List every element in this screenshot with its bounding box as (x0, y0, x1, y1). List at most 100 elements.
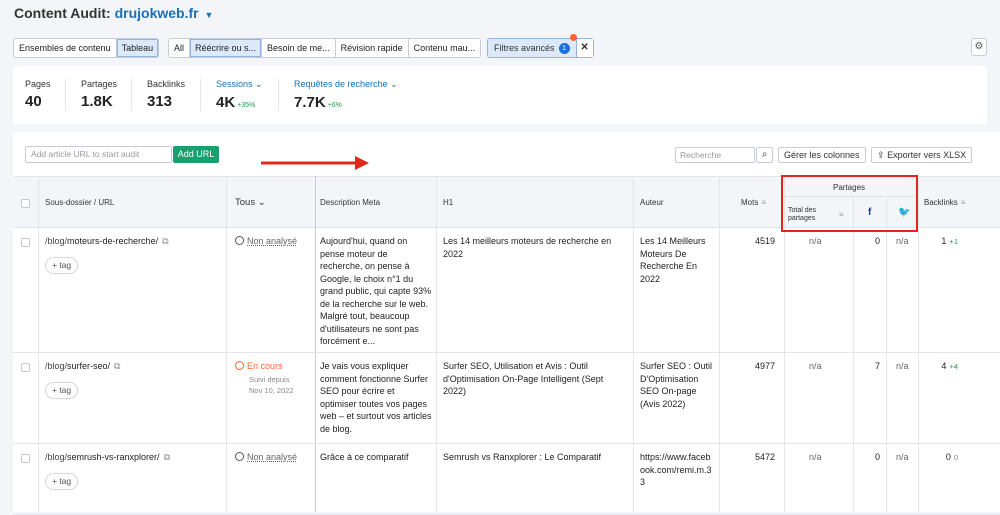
advanced-filters-count: 1 (558, 42, 570, 54)
row-facebook: 0 (874, 236, 880, 246)
col-backlinks[interactable]: Backlinks ≡ (924, 198, 965, 207)
action-filter-group: All Réécrire ou s... Besoin de me... Rév… (168, 38, 482, 58)
row-h1: Semrush vs Ranxplorer : Le Comparatif (443, 452, 602, 462)
row-author: Surfer SEO : Outil D'Optimisation SEO On… (640, 361, 713, 409)
filter-rewrite[interactable]: Réécrire ou s... (190, 39, 263, 57)
stat-value: 40 (25, 93, 42, 110)
clock-icon (235, 361, 244, 370)
stat-value: 1.8K (81, 93, 113, 110)
status-label: Non analysé (247, 452, 298, 462)
stat-delta: +6% (327, 102, 342, 109)
external-link-icon[interactable]: ⧉ (162, 236, 168, 246)
add-tag-button[interactable]: + tag (45, 257, 79, 274)
arrow-annotation-icon (261, 156, 369, 170)
view-toggle: Ensembles de contenu Tableau (13, 38, 160, 58)
select-all-checkbox[interactable] (21, 199, 30, 208)
row-twitter: n/a (896, 452, 909, 462)
stat-value-text: 7.7K (294, 94, 326, 111)
backlinks-delta: +1 (949, 237, 958, 246)
row-url[interactable]: /blog/semrush-vs-ranxplorer/ ⧉ (45, 451, 170, 464)
external-link-icon[interactable]: ⧉ (164, 452, 170, 462)
tracked-since-label: Suivi depuis (249, 375, 290, 384)
sort-icon: ≡ (960, 198, 966, 207)
filter-all[interactable]: All (169, 39, 191, 57)
stat-value: 4K +35% (216, 94, 263, 111)
export-button[interactable]: ⇪ Exporter vers XLSX (871, 147, 973, 163)
filter-poor-content[interactable]: Contenu mau... (409, 39, 481, 57)
gear-icon[interactable]: ⚙ (971, 38, 987, 56)
row-checkbox[interactable] (21, 238, 30, 247)
search-icon[interactable]: ⌕ (756, 147, 773, 163)
table-row: /blog/semrush-vs-ranxplorer/ ⧉ + tag Non … (13, 445, 1000, 515)
row-author: https://www.facebook.com/remi.m.33 (640, 452, 712, 487)
backlinks-value: 0 (945, 452, 951, 462)
stat-sessions[interactable]: Sessions ⌄ 4K +35% (200, 79, 263, 111)
upload-icon: ⇪ (877, 150, 885, 160)
domain-selector[interactable]: drujokweb.fr (115, 5, 199, 21)
row-backlinks: 4 +4 (918, 360, 958, 374)
row-status[interactable]: En cours (235, 360, 283, 373)
title-text: Content Audit: (14, 5, 111, 21)
tracked-since-date: Nov 10, 2022 (249, 386, 294, 395)
row-twitter: n/a (896, 236, 909, 246)
col-meta[interactable]: Description Meta (320, 198, 380, 207)
stat-value: 313 (147, 93, 173, 110)
row-facebook: 7 (874, 361, 880, 371)
external-link-icon[interactable]: ⧉ (114, 361, 120, 371)
search-input[interactable]: Recherche (675, 147, 755, 163)
row-checkbox[interactable] (21, 363, 30, 372)
divider (131, 79, 132, 111)
add-url-button[interactable]: Add URL (173, 146, 219, 163)
stat-search-queries[interactable]: Requêtes de recherche ⌄ 7.7K +6% (278, 79, 398, 111)
clock-icon (235, 236, 244, 245)
view-table[interactable]: Tableau (116, 39, 159, 57)
filter-needs[interactable]: Besoin de me... (262, 39, 336, 57)
row-url[interactable]: /blog/moteurs-de-recherche/⧉ (45, 235, 169, 248)
add-tag-button[interactable]: + tag (45, 382, 79, 399)
divider (65, 79, 66, 111)
col-words[interactable]: Mots ≡ (741, 198, 766, 207)
stat-label-text: Sessions (216, 79, 253, 89)
stat-value-text: 4K (216, 94, 236, 111)
filter-quick-review[interactable]: Révision rapide (336, 39, 409, 57)
add-tag-button[interactable]: + tag (45, 473, 79, 490)
table-row: /blog/surfer-seo/⧉ + tag En cours Suivi … (13, 354, 1000, 444)
stat-label[interactable]: Sessions ⌄ (216, 79, 263, 90)
chevron-down-icon: ⌄ (390, 79, 398, 89)
row-words: 5472 (754, 452, 775, 462)
col-status-filter[interactable]: Tous ⌄ (235, 197, 266, 208)
col-h1[interactable]: H1 (443, 198, 453, 207)
status-label: Non analysé (247, 236, 298, 246)
row-shares-total: n/a (809, 236, 822, 246)
manage-columns-button[interactable]: Gérer les colonnes (778, 147, 866, 163)
divider (200, 79, 201, 111)
stat-label: Partages (81, 79, 118, 89)
advanced-filters[interactable]: Filtres avancés 1 ✕ (487, 38, 594, 58)
close-icon[interactable]: ✕ (576, 39, 593, 57)
row-meta: Grâce à ce comparatif (320, 452, 409, 462)
stat-label[interactable]: Requêtes de recherche ⌄ (294, 79, 398, 90)
advanced-filters-label[interactable]: Filtres avancés 1 (488, 39, 577, 57)
row-twitter: n/a (896, 361, 909, 371)
col-author[interactable]: Auteur (640, 198, 664, 207)
row-status[interactable]: Non analysé (235, 235, 297, 248)
url-slug: surfer-seo/ (67, 361, 111, 371)
chevron-down-icon[interactable]: ▼ (204, 10, 213, 20)
col-url[interactable]: Sous-dossier / URL (45, 198, 114, 207)
backlinks-value: 1 (941, 236, 947, 246)
row-backlinks: 00 (918, 451, 958, 465)
stat-value: 7.7K +6% (294, 94, 398, 111)
row-words: 4519 (754, 236, 775, 246)
row-status[interactable]: Non analysé (235, 451, 297, 464)
row-author: Les 14 Meilleurs Moteurs De Recherche En… (640, 236, 706, 284)
url-input[interactable]: Add article URL to start audit (25, 146, 172, 163)
row-meta: Je vais vous expliquer comment fonctionn… (320, 361, 432, 434)
url-slug: moteurs-de-recherche/ (67, 236, 159, 246)
view-content-sets[interactable]: Ensembles de contenu (14, 39, 117, 57)
row-url[interactable]: /blog/surfer-seo/⧉ (45, 360, 120, 373)
clock-icon (235, 452, 244, 461)
stat-backlinks: Backlinks 313 (131, 79, 185, 111)
url-slug: semrush-vs-ranxplorer/ (67, 452, 160, 462)
row-checkbox[interactable] (21, 454, 30, 463)
col-backlinks-label: Backlinks (924, 198, 958, 207)
